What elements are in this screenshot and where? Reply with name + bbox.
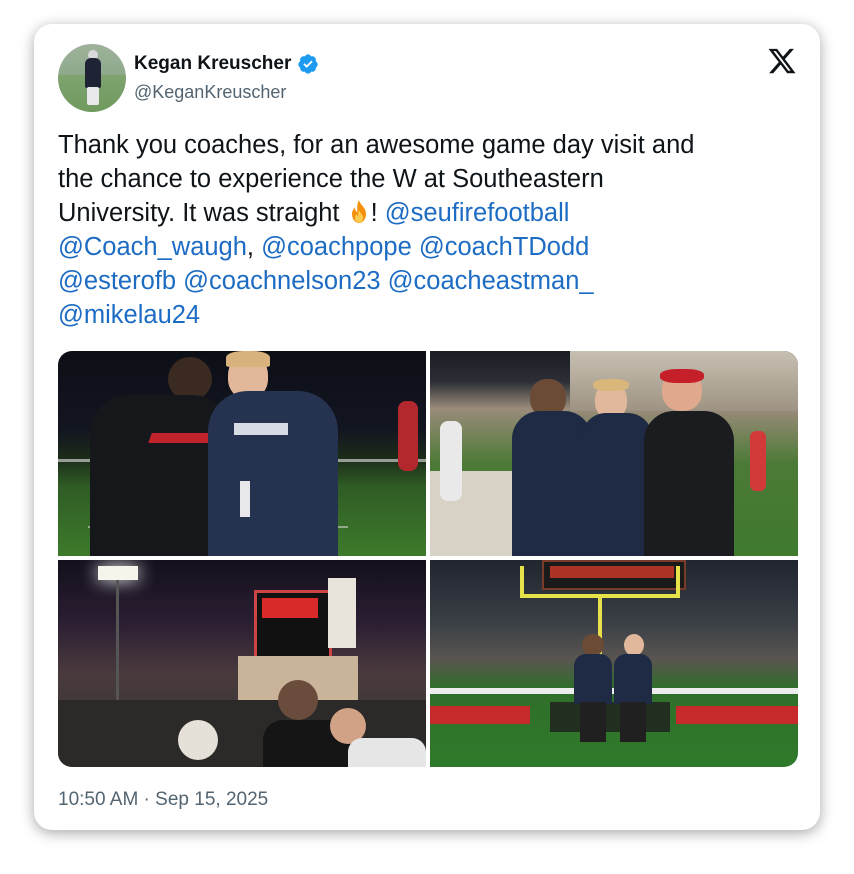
photo-coach-and-recruit[interactable]: [58, 351, 426, 556]
tweet-text-line: University. It was straight: [58, 199, 347, 227]
avatar-player-body: [85, 58, 101, 88]
tweet-text: Thank you coaches, for an awesome game d…: [58, 128, 788, 332]
mention-link[interactable]: @seufirefootball: [385, 199, 570, 227]
tweet-text-line: Thank you coaches, for an awesome game d…: [58, 131, 695, 159]
avatar[interactable]: [58, 44, 126, 112]
author-name-row[interactable]: Kegan Kreuscher: [134, 52, 319, 76]
mention-link[interactable]: @coachnelson23: [183, 267, 380, 295]
author-display-name[interactable]: Kegan Kreuscher: [134, 53, 291, 75]
tweet-card: Kegan Kreuscher @KeganKreuscher Thank yo…: [34, 24, 820, 830]
tweet-text-line: the chance to experience the W at Southe…: [58, 165, 604, 193]
mention-link[interactable]: @coacheastman_: [388, 267, 594, 295]
verified-badge-icon: [297, 53, 319, 75]
mention-link[interactable]: @Coach_waugh: [58, 233, 247, 261]
mention-link[interactable]: @mikelau24: [58, 301, 200, 329]
media-grid: [58, 351, 798, 767]
photo-scoreboard-night[interactable]: [58, 560, 426, 767]
tweet-timestamp[interactable]: 10:50 AM · Sep 15, 2025: [58, 789, 268, 811]
mention-link[interactable]: @esterofb: [58, 267, 176, 295]
mention-link[interactable]: @coachpope: [261, 233, 412, 261]
tweet-exclaim: !: [370, 199, 385, 227]
photo-field-goalpost[interactable]: [430, 560, 798, 767]
author-handle[interactable]: @KeganKreuscher: [134, 82, 286, 103]
photo-group-in-stadium[interactable]: [430, 351, 798, 556]
mention-separator: ,: [246, 233, 262, 261]
x-logo-icon[interactable]: [766, 46, 798, 76]
mention-link[interactable]: @coachTDodd: [419, 233, 589, 261]
fire-emoji-icon: [347, 199, 371, 225]
avatar-player-legs: [87, 87, 99, 105]
